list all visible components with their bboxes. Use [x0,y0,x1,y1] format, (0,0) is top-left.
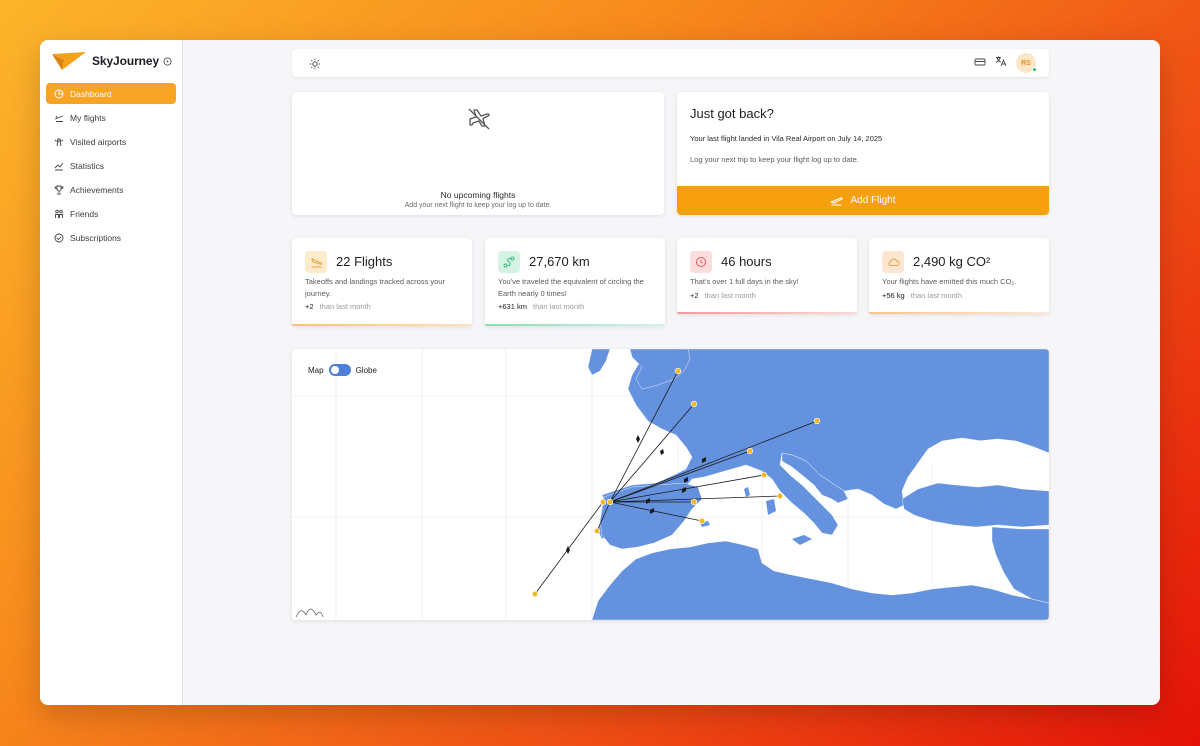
stat-card-co2: 2,490 kg CO² Your flights have emitted t… [869,238,1049,314]
stat-accent-bar [869,312,1049,314]
cloud-icon [882,251,904,273]
stat-delta-value: +56 kg [882,291,905,300]
stat-delta: +2 than last month [690,291,756,300]
stat-accent-bar [485,324,665,326]
sidebar-item-dashboard[interactable]: Dashboard [46,83,176,104]
add-flight-button[interactable]: Add Flight [677,186,1049,215]
brand-name: SkyJourney [92,54,160,68]
friends-icon [55,209,63,218]
pie-chart-icon [54,89,64,98]
stat-description: You've traveled the equivalent of circli… [498,277,644,298]
just-got-back-card: Just got back? Your last flight landed i… [677,92,1049,215]
plane-landing-icon [305,251,327,273]
add-flight-label: Add Flight [850,195,896,206]
stat-card-distance: 27,670 km You've traveled the equivalent… [485,238,665,326]
map-view-toggle: Map Globe [308,364,377,376]
sidebar: SkyJourney Dashboard My flights Visited … [40,40,183,705]
sidebar-item-label: Friends [70,208,99,219]
sidebar-item-label: Statistics [70,160,105,171]
plane-takeoff-icon [830,197,844,206]
avatar[interactable]: RS [1016,53,1037,73]
stat-card-flights: 22 Flights Takeoffs and landings tracked… [292,238,472,326]
stat-value: 2,490 kg CO² [913,254,991,269]
logo-icon [52,52,86,70]
stat-description: Takeoffs and landings tracked across you… [305,277,445,298]
map-globe-switch[interactable] [328,364,351,376]
ticket-icon[interactable] [974,54,986,72]
plane-takeoff-icon [54,115,64,122]
just-got-back-title: Just got back? [690,106,774,121]
sidebar-item-visited-airports[interactable]: Visited airports [46,131,176,152]
stat-delta-value: +2 [305,302,314,311]
sidebar-item-label: Achievements [70,184,124,195]
info-icon[interactable] [163,56,172,66]
stat-delta-label: than last month [704,291,756,300]
sidebar-nav: Dashboard My flights Visited airports St… [46,83,176,251]
sidebar-item-friends[interactable]: Friends [46,203,176,224]
route-icon [498,251,520,273]
trophy-icon [54,185,64,194]
log-next-trip-text: Log your next trip to keep your flight l… [690,155,859,164]
stat-value: 46 hours [721,254,772,269]
flight-map[interactable]: Map Globe [292,349,1049,620]
toggle-map-label[interactable]: Map [308,366,324,375]
stat-description: That's over 1 full days in the sky! [690,277,799,286]
translate-icon[interactable] [995,54,1007,72]
plane-off-icon [466,106,492,137]
map-canvas[interactable] [292,349,1049,620]
stat-delta-value: +2 [690,291,699,300]
upcoming-title: No upcoming flights [440,190,516,200]
sidebar-item-statistics[interactable]: Statistics [46,155,176,176]
sidebar-item-label: Visited airports [70,136,127,147]
tower-icon [54,138,64,146]
stat-delta-label: than last month [532,302,585,311]
clock-icon [690,251,712,273]
upcoming-flights-card: No upcoming flights Add your next flight… [292,92,664,215]
sidebar-item-label: My flights [70,112,106,123]
stat-delta: +2 than last month [305,302,371,311]
sidebar-item-achievements[interactable]: Achievements [46,179,176,200]
stat-delta-label: than last month [319,302,371,311]
stat-description: Your flights have emitted this much CO₂. [882,277,1017,286]
stat-card-hours: 46 hours That's over 1 full days in the … [677,238,857,314]
stat-value: 22 Flights [336,254,393,269]
stat-delta: +56 kg than last month [882,291,962,300]
online-status-dot [1032,67,1037,72]
brand[interactable]: SkyJourney [52,50,172,72]
stat-delta-value: +631 km [498,302,527,311]
last-flight-text: Your last flight landed in Vila Real Air… [690,134,883,143]
app-window: SkyJourney Dashboard My flights Visited … [40,40,1160,705]
stat-delta-label: than last month [910,291,963,300]
stat-accent-bar [677,312,857,314]
top-bar: RS [292,49,1049,77]
avatar-initials: RS [1021,59,1031,67]
stat-accent-bar [292,324,472,326]
check-circle-icon [54,233,64,242]
stat-delta: +631 km than last month [498,302,584,311]
sidebar-item-my-flights[interactable]: My flights [46,107,176,128]
switch-knob [330,366,339,374]
upcoming-subtitle: Add your next flight to keep your log up… [404,202,552,209]
toggle-globe-label[interactable]: Globe [356,366,377,375]
sidebar-item-label: Subscriptions [70,232,122,243]
line-chart-icon [54,162,64,170]
stat-value: 27,670 km [529,254,590,269]
sidebar-item-label: Dashboard [70,88,112,99]
sidebar-item-subscriptions[interactable]: Subscriptions [46,227,176,248]
theme-toggle-sun-icon[interactable] [309,57,321,75]
top-bar-actions: RS [974,53,1037,73]
